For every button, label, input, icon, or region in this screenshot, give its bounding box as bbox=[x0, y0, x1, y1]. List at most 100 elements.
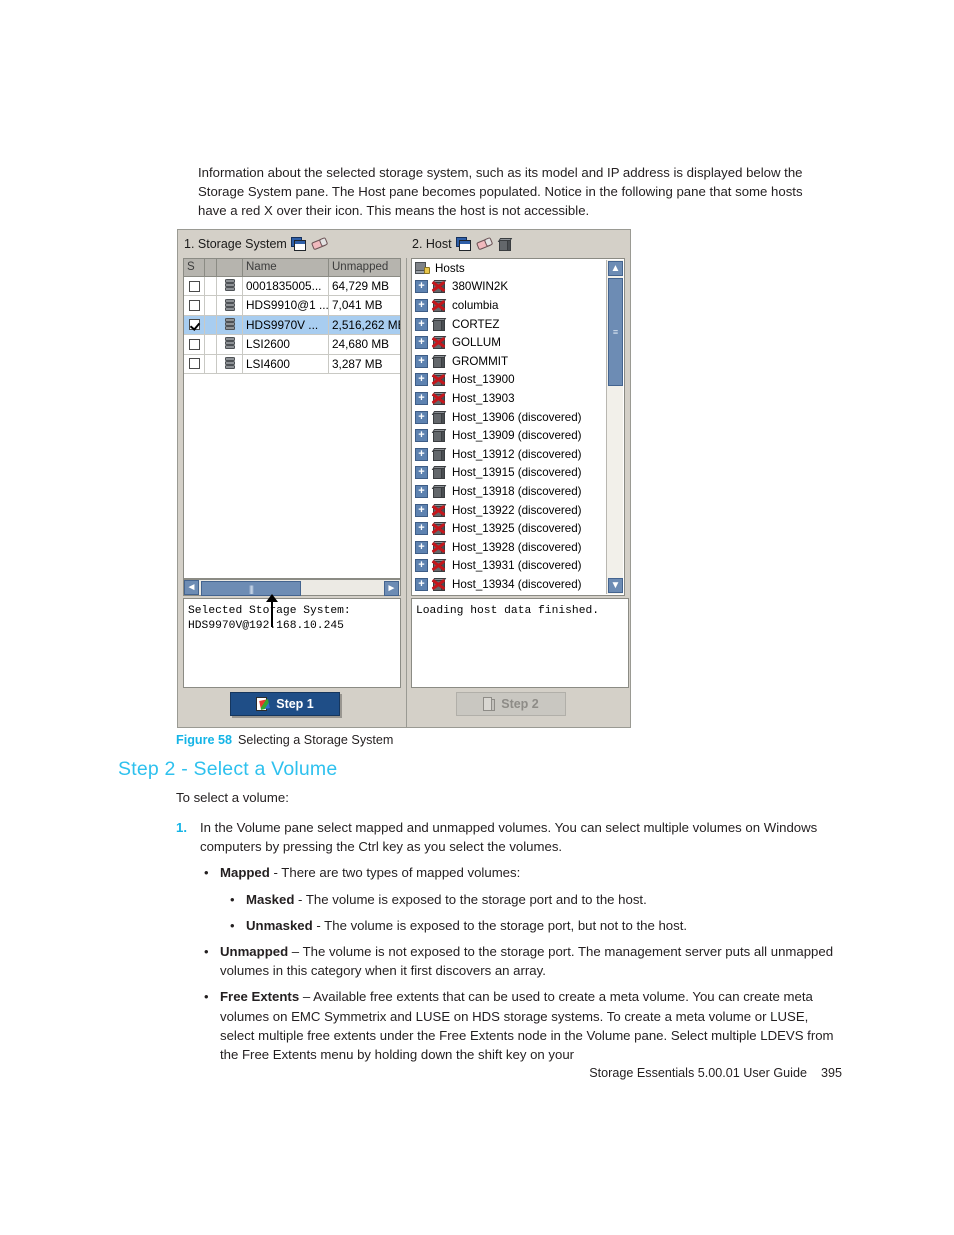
page-footer: Storage Essentials 5.00.01 User Guide 395 bbox=[0, 1066, 842, 1080]
step-1-button[interactable]: Step 1 bbox=[230, 692, 340, 716]
storage-array-icon bbox=[224, 337, 235, 351]
row-checkbox-cell[interactable] bbox=[184, 315, 205, 335]
host-tree-node[interactable]: + Host_13912 (discovered) bbox=[412, 445, 606, 464]
table-row[interactable]: HDS9970V ... 2,516,262 MB bbox=[184, 315, 400, 336]
host-tree-node[interactable]: + Host_13915 (discovered) bbox=[412, 464, 606, 483]
expand-icon[interactable]: + bbox=[415, 280, 428, 294]
figure-caption: Figure 58 Selecting a Storage System bbox=[176, 733, 393, 747]
scroll-left-button[interactable]: ◄ bbox=[184, 580, 199, 595]
column-header-name[interactable]: Name bbox=[243, 259, 329, 276]
host-tree-node[interactable]: + CORTEZ bbox=[412, 315, 606, 334]
host-icon bbox=[431, 428, 447, 443]
row-checkbox-cell[interactable] bbox=[184, 296, 205, 315]
row-checkbox-cell[interactable] bbox=[184, 277, 205, 296]
expand-icon[interactable]: + bbox=[415, 354, 428, 368]
host-tree-node[interactable]: + Host_13925 (discovered) bbox=[412, 519, 606, 538]
host-tree-node[interactable]: + Host_13909 (discovered) bbox=[412, 426, 606, 445]
expand-icon[interactable]: + bbox=[415, 373, 428, 387]
expand-icon[interactable]: + bbox=[415, 410, 428, 424]
host-tree-node[interactable]: + Host_13928 (discovered) bbox=[412, 538, 606, 557]
expand-icon[interactable]: + bbox=[415, 540, 428, 554]
bullet-text: - There are two types of mapped volumes: bbox=[269, 865, 521, 881]
storage-array-icon bbox=[224, 356, 235, 371]
scroll-down-button[interactable]: ▼ bbox=[608, 578, 623, 593]
column-header-blank2[interactable] bbox=[217, 259, 243, 276]
bullet-term: Unmapped bbox=[220, 944, 289, 960]
host-tree-node[interactable]: + GOLLUM bbox=[412, 333, 606, 352]
eraser-icon[interactable] bbox=[310, 236, 329, 251]
expand-icon[interactable]: + bbox=[415, 447, 428, 461]
host-tree-node[interactable]: +Host_13937 (discovered) bbox=[412, 594, 606, 595]
bullet-icon: • bbox=[230, 917, 235, 933]
scroll-right-button[interactable]: ► bbox=[384, 581, 399, 596]
checkbox-icon[interactable] bbox=[188, 358, 200, 370]
expand-icon[interactable]: + bbox=[415, 429, 428, 443]
host-icon bbox=[431, 354, 447, 369]
host-tree-node[interactable]: + Host_13922 (discovered) bbox=[412, 501, 606, 520]
figure-number: Figure 58 bbox=[176, 733, 232, 747]
host-inaccessible-icon bbox=[431, 279, 447, 294]
host-node-label: columbia bbox=[452, 298, 499, 312]
host-tree-node[interactable]: + Host_13918 (discovered) bbox=[412, 482, 606, 501]
host-node-label: Host_13925 (discovered) bbox=[452, 522, 582, 536]
column-header-blank1[interactable] bbox=[205, 259, 217, 276]
step-2-label: Step 2 bbox=[501, 697, 539, 711]
row-blank-cell bbox=[205, 296, 217, 315]
storage-step-bar: Step 1 bbox=[178, 687, 406, 727]
step1-icon bbox=[256, 696, 271, 712]
annotation-arrow bbox=[266, 594, 278, 627]
expand-icon[interactable]: + bbox=[415, 484, 428, 498]
row-checkbox-cell[interactable] bbox=[184, 354, 205, 373]
host-tree-node[interactable]: + GROMMIT bbox=[412, 352, 606, 371]
table-row[interactable]: HDS9910@1 ... 7,041 MB bbox=[184, 296, 400, 316]
host-tree-node[interactable]: +380WIN2K bbox=[412, 278, 606, 297]
step-2-button[interactable]: Step 2 bbox=[456, 692, 566, 716]
host-tree-node[interactable]: + Host_13931 (discovered) bbox=[412, 557, 606, 576]
expand-icon[interactable]: + bbox=[415, 466, 428, 480]
window-icon[interactable] bbox=[455, 236, 472, 252]
column-header-unmapped[interactable]: Unmapped bbox=[329, 259, 400, 276]
expand-icon[interactable]: + bbox=[415, 559, 428, 573]
storage-system-table[interactable]: S Name Unmapped 0001835005... 64,729 MB HD… bbox=[183, 258, 401, 579]
table-row[interactable]: 0001835005... 64,729 MB bbox=[184, 277, 400, 297]
window-icon[interactable] bbox=[290, 236, 307, 252]
table-row[interactable]: LSI2600 24,680 MB bbox=[184, 335, 400, 355]
checkbox-icon[interactable] bbox=[188, 338, 200, 350]
host-tree-node[interactable]: + columbia bbox=[412, 296, 606, 315]
expand-icon[interactable]: + bbox=[415, 336, 428, 350]
host-cube-icon[interactable] bbox=[497, 237, 512, 252]
host-icon bbox=[431, 317, 447, 332]
expand-icon[interactable]: + bbox=[415, 503, 428, 517]
tree-root-node[interactable]: Hosts bbox=[412, 259, 606, 278]
scrollbar-thumb-vertical[interactable]: ≡ bbox=[608, 278, 623, 386]
sub-bullet-item: • Unmasked - The volume is exposed to the… bbox=[226, 916, 842, 935]
host-tree-node[interactable]: + Host_13903 bbox=[412, 389, 606, 408]
row-checkbox-cell[interactable] bbox=[184, 335, 205, 354]
checkbox-icon[interactable] bbox=[188, 319, 200, 331]
host-node-label: Host_13931 (discovered) bbox=[452, 559, 582, 573]
expand-icon[interactable]: + bbox=[415, 577, 428, 591]
scroll-up-button[interactable]: ▲ bbox=[608, 261, 623, 276]
horizontal-scrollbar[interactable]: ◄ ||| ► bbox=[183, 579, 401, 596]
host-tree-node[interactable]: + Host_13900 bbox=[412, 371, 606, 390]
column-header-select[interactable]: S bbox=[184, 259, 205, 276]
host-tree[interactable]: Hosts +380WIN2K + columbia + CORTEZ + GOLLUM + G… bbox=[411, 258, 625, 596]
row-unmapped-cell: 7,041 MB bbox=[332, 298, 383, 313]
expand-icon[interactable]: + bbox=[415, 391, 428, 405]
table-row[interactable]: LSI4600 3,287 MB bbox=[184, 354, 400, 374]
expand-icon[interactable]: + bbox=[415, 298, 428, 312]
bullet-icon: • bbox=[204, 989, 209, 1005]
host-inaccessible-icon bbox=[431, 540, 447, 555]
host-tree-node[interactable]: + Host_13906 (discovered) bbox=[412, 408, 606, 427]
eraser-icon[interactable] bbox=[475, 236, 494, 251]
row-name-cell: HDS9970V ... bbox=[243, 315, 329, 335]
expand-icon[interactable]: + bbox=[415, 317, 428, 331]
expand-icon[interactable]: + bbox=[415, 522, 428, 536]
checkbox-icon[interactable] bbox=[188, 280, 200, 292]
row-blank-cell bbox=[205, 335, 217, 354]
host-tree-node[interactable]: + Host_13934 (discovered) bbox=[412, 575, 606, 594]
scrollbar-thumb-horizontal[interactable]: ||| bbox=[201, 581, 301, 596]
lead-in-text: To select a volume: bbox=[176, 790, 289, 805]
checkbox-icon[interactable] bbox=[188, 300, 200, 312]
vertical-scrollbar[interactable]: ▲ ≡ ▼ bbox=[606, 260, 623, 594]
